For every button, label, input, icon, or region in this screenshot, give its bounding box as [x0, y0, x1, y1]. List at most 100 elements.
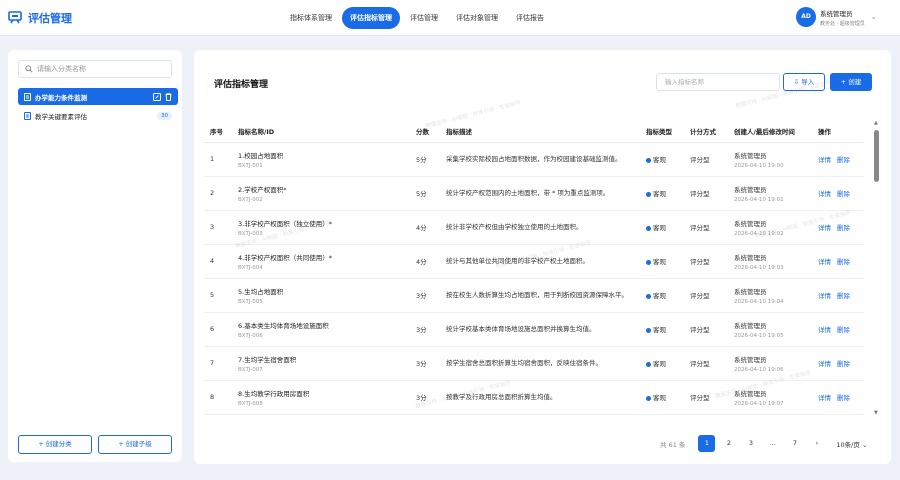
row-indicator: 2.学校产权面积* BXTJ-002	[232, 176, 410, 211]
nav-item-object-management[interactable]: 评估对象管理	[448, 7, 506, 29]
row-no: 6	[204, 312, 232, 347]
tree-item-teaching-elements[interactable]: 教学关键要素评估 30	[18, 107, 178, 124]
create-button[interactable]: + 创建	[830, 73, 872, 91]
create-child-button[interactable]: + 创建子级	[98, 435, 172, 454]
row-score: 3分	[410, 312, 440, 347]
row-actions: 详情 删除	[812, 278, 864, 313]
row-description: 统计非学校产权但由学校独立使用的土地面积。	[440, 210, 640, 245]
row-type: 客观	[640, 278, 684, 313]
main-panel: 评估指标管理 ⇩ 导入 + 创建 序号 指标名称/ID 分数 指标描述 指标类型…	[194, 50, 891, 464]
status-dot-icon	[646, 259, 651, 265]
detail-link[interactable]: 详情	[818, 326, 831, 334]
table-row: 3 3.非学校产权面积（独立使用）* BXTJ-003 4分 统计非学校产权但由学校独立…	[204, 210, 864, 245]
indicator-id: BXTJ-007	[238, 366, 263, 373]
page-1[interactable]: 1	[698, 435, 716, 452]
nav-item-indicator-system[interactable]: 指标体系管理	[282, 7, 340, 29]
row-creator: 系统管理员 2026-04-10 19:00	[728, 142, 812, 177]
modified-time: 2026-04-10 19:03	[734, 264, 784, 271]
modified-time: 2026-04-10 19:00	[734, 162, 784, 169]
detail-link[interactable]: 详情	[818, 156, 831, 164]
row-description: 统计学校基本类体育场地设施总面积并换算生均值。	[440, 312, 640, 347]
status-dot-icon	[646, 327, 651, 333]
row-score: 5分	[410, 176, 440, 211]
detail-link[interactable]: 详情	[818, 224, 831, 232]
user-name: 系统管理员	[820, 9, 853, 18]
indicator-id: BXTJ-004	[238, 264, 263, 271]
row-score: 3分	[410, 278, 440, 313]
category-search[interactable]	[18, 60, 172, 78]
scroll-up-icon[interactable]: ▲	[874, 120, 878, 126]
delete-link[interactable]: 删除	[837, 224, 850, 232]
page-ellipsis: ...	[769, 439, 776, 447]
modified-time: 2026-04-10 19:07	[734, 400, 784, 407]
tree-item-capability-monitoring[interactable]: 办学能力条件监测	[18, 88, 178, 105]
app-logo[interactable]: 评估管理	[8, 10, 72, 26]
delete-link[interactable]: 删除	[837, 190, 850, 198]
row-method: 评分型	[684, 142, 728, 177]
create-category-button[interactable]: + 创建分类	[18, 435, 92, 454]
detail-link[interactable]: 详情	[818, 292, 831, 300]
scroll-thumb[interactable]	[874, 130, 879, 182]
row-score: 5分	[410, 142, 440, 177]
row-actions: 详情 删除	[812, 380, 864, 415]
row-creator: 系统管理员 2026-04-10 19:03	[728, 244, 812, 279]
row-creator: 系统管理员 2026-04-10 19:02	[728, 210, 812, 245]
page-size-select[interactable]: 10条/页 ⌄	[836, 439, 867, 449]
row-no: 2	[204, 176, 232, 211]
delete-link[interactable]: 删除	[837, 360, 850, 368]
col-score: 分数	[410, 120, 440, 143]
import-icon: ⇩	[793, 78, 800, 86]
status-dot-icon	[646, 157, 651, 163]
table-scrollbar[interactable]: ▲ ▼	[874, 120, 880, 416]
pagination: 共 61 条 1 2 3 ... 7 › 10条/页 ⌄	[660, 435, 867, 452]
indicator-search-input[interactable]	[665, 78, 765, 86]
detail-link[interactable]: 详情	[818, 394, 831, 402]
app-logo-icon	[8, 11, 22, 24]
delete-link[interactable]: 删除	[837, 156, 850, 164]
delete-link[interactable]: 删除	[837, 326, 850, 334]
row-description: 统计学校产权范围内的土地面积，带 * 项为重点监测项。	[440, 176, 640, 211]
page-7[interactable]: 7	[786, 435, 803, 452]
col-desc: 指标描述	[440, 120, 640, 143]
import-button[interactable]: ⇩ 导入	[783, 73, 825, 91]
category-search-input[interactable]	[37, 65, 157, 73]
indicator-name: 1.校园占地面积	[238, 151, 284, 160]
delete-link[interactable]: 删除	[837, 258, 850, 266]
document-icon	[24, 111, 31, 120]
detail-link[interactable]: 详情	[818, 190, 831, 198]
row-indicator: 6.基本类生均体育场地设施面积 BXTJ-006	[232, 312, 410, 347]
user-menu[interactable]: AD 系统管理员 教务处 · 超级管理员 ⌄	[796, 7, 877, 27]
nav-item-evaluation-report[interactable]: 评估报告	[508, 7, 552, 29]
col-type: 指标类型	[640, 120, 684, 143]
avatar: AD	[796, 7, 816, 27]
table-row: 5 5.生均占地面积 BXTJ-005 3分 按在校生人数折算生均占地面积，用于判断校园…	[204, 278, 864, 313]
delete-icon[interactable]	[165, 92, 172, 101]
indicator-id: BXTJ-006	[238, 332, 263, 339]
row-type: 客观	[640, 244, 684, 279]
page-2[interactable]: 2	[720, 435, 737, 452]
next-page-button[interactable]: ›	[808, 435, 825, 452]
row-method: 评分型	[684, 278, 728, 313]
row-actions: 详情 删除	[812, 142, 864, 177]
delete-link[interactable]: 删除	[837, 394, 850, 402]
row-creator: 系统管理员 2026-04-10 19:07	[728, 380, 812, 415]
row-no: 7	[204, 346, 232, 381]
scroll-down-icon[interactable]: ▼	[874, 410, 878, 416]
indicator-name: 8.生均教学行政用房面积	[238, 389, 310, 398]
status-dot-icon	[646, 361, 651, 367]
creator-name: 系统管理员	[734, 389, 767, 398]
nav-item-evaluation-management[interactable]: 评估管理	[402, 7, 446, 29]
indicator-search[interactable]	[656, 73, 780, 91]
detail-link[interactable]: 详情	[818, 360, 831, 368]
edit-icon[interactable]	[153, 92, 161, 101]
row-creator: 系统管理员 2026-04-10 19:04	[728, 278, 812, 313]
detail-link[interactable]: 详情	[818, 258, 831, 266]
row-creator: 系统管理员 2026-04-10 19:06	[728, 346, 812, 381]
row-description: 按学生宿舍总面积折算生均宿舍面积，反映住宿条件。	[440, 346, 640, 381]
nav-item-indicator-management[interactable]: 评估指标管理	[342, 7, 400, 29]
delete-link[interactable]: 删除	[837, 292, 850, 300]
main-nav: 指标体系管理 评估指标管理 评估管理 评估对象管理 评估报告	[282, 7, 554, 29]
creator-name: 系统管理员	[734, 355, 767, 364]
page-3[interactable]: 3	[742, 435, 759, 452]
modified-time: 2026-04-10 19:06	[734, 366, 784, 373]
